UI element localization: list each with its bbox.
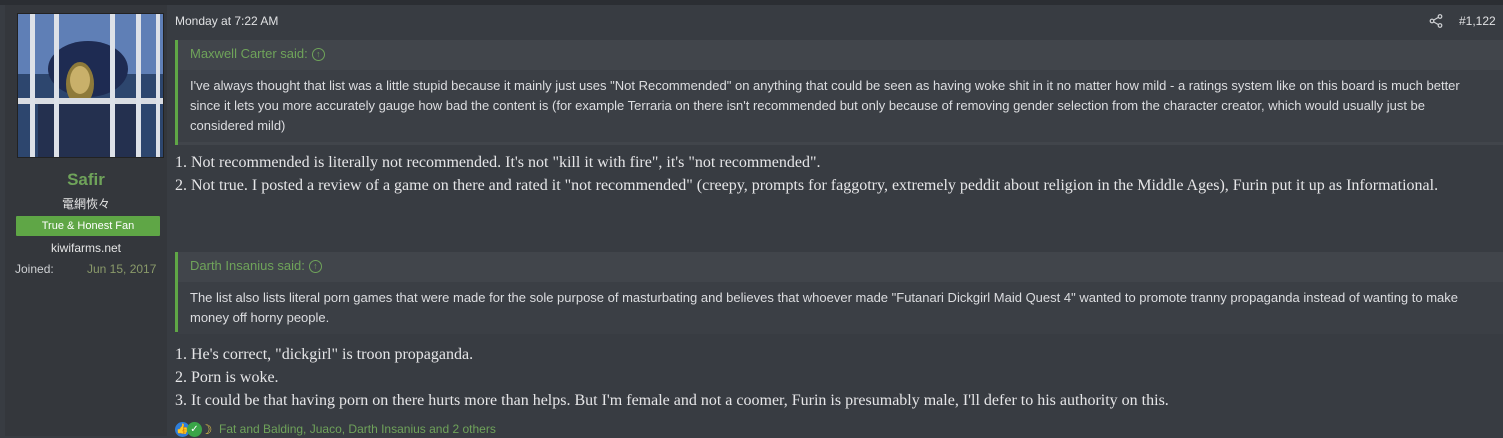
reply-text: 1. He's correct, "dickgirl" is troon pro…: [175, 343, 1495, 412]
reply-text: 1. Not recommended is literally not reco…: [175, 151, 1495, 197]
reply-line: 1. Not recommended is literally not reco…: [175, 154, 821, 171]
avatar-image: [18, 14, 163, 157]
quote-text: The list also lists literal porn games t…: [178, 282, 1503, 334]
reply-line: 2. Not true. I posted a review of a game…: [175, 177, 1439, 194]
arrow-up-circle-icon[interactable]: ↑: [308, 260, 322, 273]
quote-block: Darth Insanius said: ↑ The list also list…: [175, 252, 1503, 334]
share-icon[interactable]: [1429, 14, 1443, 28]
user-title: 電網恢々: [61, 197, 110, 211]
joined-label: Joined:: [15, 262, 54, 276]
reply-line: 1. He's correct, "dickgirl" is troon pro…: [175, 346, 474, 363]
post-date[interactable]: Monday at 7:22 AM: [175, 14, 278, 28]
avatar[interactable]: [17, 13, 164, 158]
thread-page: Safir 電網恢々 True & Honest Fan kiwifarms.n…: [0, 0, 1503, 438]
reply-line: 3. It could be that having porn on there…: [175, 392, 1169, 409]
arrow-up-circle-icon[interactable]: ↑: [311, 48, 325, 61]
reactions-list[interactable]: Fat and Balding, Juaco, Darth Insanius a…: [219, 422, 496, 436]
quote-author[interactable]: Darth Insanius said:: [190, 258, 305, 273]
message-content: Monday at 7:22 AM #1,122 Maxwell Carter …: [167, 5, 1503, 438]
reply-line: 2. Porn is woke.: [175, 369, 279, 386]
quote-attribution[interactable]: Darth Insanius said: ↑: [190, 258, 322, 273]
user-banner: True & Honest Fan: [16, 216, 160, 236]
moon-icon: ☽: [200, 421, 213, 437]
quote-block: Maxwell Carter said: ↑ I've always though…: [175, 40, 1503, 145]
reactions-bar[interactable]: 👍 ✓ ☽ Fat and Balding, Juaco, Darth Insa…: [175, 420, 496, 438]
user-info-column: Safir 電網恢々 True & Honest Fan kiwifarms.n…: [5, 5, 167, 436]
quote-author[interactable]: Maxwell Carter said:: [190, 46, 308, 61]
joined-date: Jun 15, 2017: [87, 262, 157, 276]
quote-text: I've always thought that list was a litt…: [178, 70, 1503, 142]
user-site: kiwifarms.net: [50, 241, 121, 255]
username[interactable]: Safir: [5, 170, 167, 190]
quote-attribution[interactable]: Maxwell Carter said: ↑: [190, 46, 325, 61]
post-number[interactable]: #1,122: [1459, 14, 1496, 28]
